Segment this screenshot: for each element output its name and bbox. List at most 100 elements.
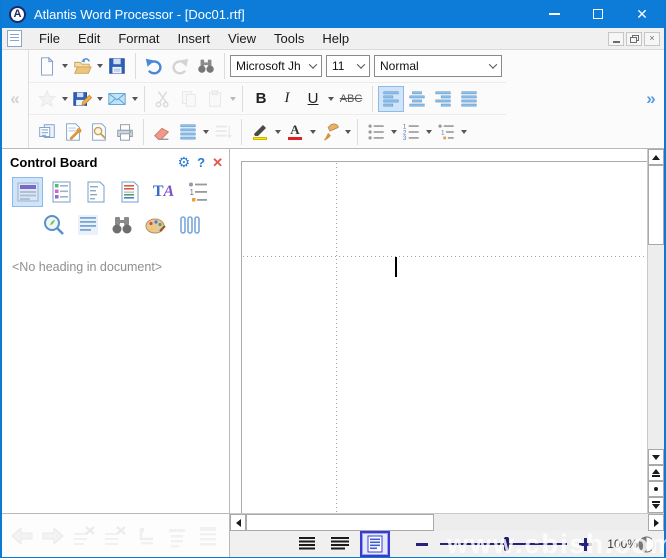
horizontal-scrollbar-thumb[interactable]	[246, 514, 434, 531]
scroll-right-button[interactable]	[648, 514, 664, 531]
save-button[interactable]	[104, 53, 130, 79]
page-setup-button[interactable]	[60, 119, 86, 145]
open-button[interactable]	[69, 53, 95, 79]
cb-search-tab[interactable]	[106, 210, 137, 240]
format-painter-dropdown[interactable]	[343, 119, 352, 145]
online-view-button[interactable]	[327, 533, 353, 555]
zoom-mode-button[interactable]	[638, 536, 655, 553]
maximize-button[interactable]	[576, 0, 620, 28]
navigate-back-button	[8, 522, 36, 550]
cb-clipbook-tab[interactable]	[46, 177, 77, 207]
special-sections-button[interactable]	[34, 119, 60, 145]
cb-overview-tab[interactable]	[38, 210, 69, 240]
toolbar-separator	[357, 119, 358, 145]
line-spacing-button[interactable]	[175, 119, 201, 145]
help-icon[interactable]: ?	[197, 155, 205, 170]
underline-dropdown[interactable]	[326, 86, 335, 112]
highlight-dropdown[interactable]	[273, 119, 282, 145]
mdi-close-button[interactable]: ×	[644, 32, 660, 46]
scroll-left-button[interactable]	[230, 514, 246, 531]
scroll-up-button[interactable]	[648, 149, 664, 165]
horizontal-scrollbar[interactable]	[230, 513, 664, 531]
zoom-out-button[interactable]	[416, 543, 428, 546]
toolbar-scroll-right-button[interactable]: »	[638, 50, 664, 148]
previous-page-button[interactable]	[648, 465, 664, 481]
numbered-list-dropdown[interactable]	[424, 119, 433, 145]
cb-toolbars-tab[interactable]	[12, 177, 43, 207]
menu-tools[interactable]: Tools	[265, 28, 313, 49]
format-painter-button[interactable]	[317, 119, 343, 145]
clear-formatting-button[interactable]	[149, 119, 175, 145]
multilevel-list-dropdown[interactable]	[459, 119, 468, 145]
highlighter-icon	[252, 123, 268, 140]
panel-close-icon[interactable]: ✕	[212, 155, 223, 171]
bullet-list-button[interactable]	[363, 119, 389, 145]
italic-button[interactable]: I	[274, 86, 300, 112]
draft-view-button[interactable]	[294, 533, 320, 555]
find-button[interactable]	[193, 53, 219, 79]
print-preview-button[interactable]	[86, 119, 112, 145]
font-color-dropdown[interactable]	[308, 119, 317, 145]
align-left-button[interactable]	[378, 86, 404, 112]
new-document-dropdown[interactable]	[60, 53, 69, 79]
new-document-button[interactable]	[34, 53, 60, 79]
email-button[interactable]	[104, 86, 130, 112]
strikethrough-button[interactable]: ABC	[335, 86, 367, 112]
menu-file[interactable]: File	[30, 28, 69, 49]
cb-autocorrect-tab[interactable]	[80, 177, 111, 207]
zoom-slider-thumb[interactable]	[504, 537, 509, 551]
open-dropdown[interactable]	[95, 53, 104, 79]
select-browse-object-button[interactable]	[648, 481, 664, 497]
zoom-slider[interactable]	[440, 543, 568, 545]
cb-fonts-tab[interactable]: TA	[148, 177, 179, 207]
mdi-restore-button[interactable]	[626, 32, 642, 46]
cb-colors-tab[interactable]	[140, 210, 171, 240]
font-size-value: 11	[332, 59, 356, 73]
menu-help[interactable]: Help	[313, 28, 358, 49]
gear-icon[interactable]: ⚙	[178, 154, 191, 171]
email-dropdown[interactable]	[130, 86, 139, 112]
page-layout-view-button[interactable]	[360, 531, 390, 557]
undo-button[interactable]	[141, 53, 167, 79]
bold-button[interactable]: B	[248, 86, 274, 112]
highlight-button[interactable]	[247, 119, 273, 145]
underline-button[interactable]: U	[300, 86, 326, 112]
minimize-button[interactable]	[532, 0, 576, 28]
menu-insert[interactable]: Insert	[169, 28, 220, 49]
zoom-in-button[interactable]	[579, 538, 591, 551]
cb-document-tab[interactable]	[114, 177, 145, 207]
line-spacing-dropdown[interactable]	[201, 119, 210, 145]
vertical-scrollbar-thumb[interactable]	[648, 165, 664, 245]
font-size-combo[interactable]: 11	[326, 55, 370, 77]
align-right-button[interactable]	[430, 86, 456, 112]
bullet-list-dropdown[interactable]	[389, 119, 398, 145]
style-combo[interactable]: Normal	[374, 55, 502, 77]
align-center-button[interactable]	[404, 86, 430, 112]
mdi-minimize-button[interactable]	[608, 32, 624, 46]
menu-edit[interactable]: Edit	[69, 28, 109, 49]
align-justify-button[interactable]	[456, 86, 482, 112]
vertical-scrollbar-track[interactable]	[648, 245, 664, 449]
print-button[interactable]	[112, 119, 138, 145]
favorites-dropdown[interactable]	[60, 86, 69, 112]
font-color-button[interactable]: A	[282, 119, 308, 145]
cb-outline-tab[interactable]: 1	[182, 177, 213, 207]
numbered-list-button[interactable]: 123	[398, 119, 424, 145]
scroll-down-button[interactable]	[648, 449, 664, 465]
cb-paragraph-tab[interactable]	[72, 210, 103, 240]
menu-view[interactable]: View	[219, 28, 265, 49]
save-special-dropdown[interactable]	[95, 86, 104, 112]
multilevel-list-button[interactable]: 1	[433, 119, 459, 145]
menu-format[interactable]: Format	[109, 28, 168, 49]
save-special-button[interactable]	[69, 86, 95, 112]
double-arrow-down-icon	[652, 501, 660, 509]
close-button[interactable]: ✕	[620, 0, 664, 28]
vertical-scrollbar[interactable]	[647, 149, 664, 513]
draft-view-icon	[298, 536, 316, 552]
horizontal-scrollbar-track[interactable]	[434, 514, 648, 531]
document-area[interactable]	[230, 149, 647, 513]
next-page-button[interactable]	[648, 497, 664, 513]
cb-clips-tab[interactable]	[174, 210, 205, 240]
document-icon[interactable]	[7, 30, 22, 47]
font-name-combo[interactable]: Microsoft Jh	[230, 55, 322, 77]
